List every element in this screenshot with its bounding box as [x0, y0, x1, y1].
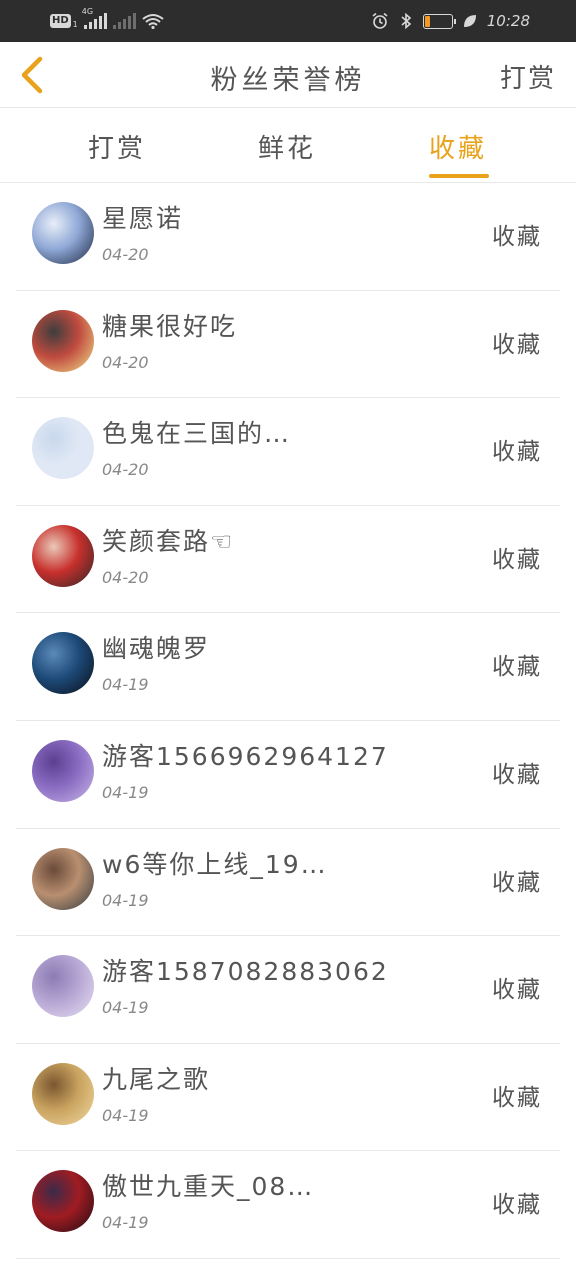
network-label: 4G [81, 7, 94, 16]
user-name: 傲世九重天_08… [102, 1172, 315, 1202]
list-item[interactable]: 傲世九重天_08… 04-19 收藏 [16, 1151, 560, 1259]
user-name: 幽魂魄罗 [102, 634, 211, 664]
fan-list: 星愿诺 04-20 收藏 糖果很好吃 04-20 收藏 色鬼在三国的… 04-20 收藏 笑颜套路… [0, 183, 576, 1259]
item-date: 04-19 [102, 998, 149, 1018]
user-name: 星愿诺 [102, 204, 184, 233]
list-item[interactable]: 色鬼在三国的… 04-20 收藏 [16, 398, 560, 506]
action-label: 收藏 [492, 1084, 542, 1111]
list-item[interactable]: 九尾之歌 04-19 收藏 [16, 1044, 560, 1152]
list-item[interactable]: 糖果很好吃 04-20 收藏 [16, 291, 560, 399]
avatar[interactable] [32, 739, 94, 802]
tab-bar: 打赏 鲜花 收藏 [0, 108, 576, 183]
avatar[interactable] [32, 417, 94, 480]
user-name: 游客1566962964127 [102, 741, 389, 771]
alarm-icon [372, 12, 388, 29]
action-label: 收藏 [492, 1192, 542, 1219]
avatar[interactable] [32, 524, 94, 587]
list-item[interactable]: 游客1566962964127 04-19 收藏 [16, 721, 560, 829]
header-bar: 粉丝荣誉榜 打赏 [0, 42, 576, 108]
action-label: 收藏 [492, 654, 542, 681]
reward-button[interactable]: 打赏 [500, 58, 556, 95]
user-name: 色鬼在三国的… [102, 419, 292, 449]
list-item[interactable]: 游客1587082883062 04-19 收藏 [16, 936, 560, 1044]
avatar[interactable] [32, 847, 94, 910]
battery-icon: 19 [422, 13, 456, 29]
avatar[interactable] [32, 1062, 94, 1125]
list-item[interactable]: 幽魂魄罗 04-19 收藏 [16, 613, 560, 721]
signal-icon: 4G [82, 7, 107, 29]
item-date: 04-19 [102, 890, 149, 910]
action-label: 收藏 [492, 439, 542, 466]
item-date: 04-20 [102, 567, 149, 587]
avatar[interactable] [32, 202, 94, 264]
hd-badge: HD [50, 14, 71, 28]
user-name: 九尾之歌 [102, 1064, 211, 1094]
status-right: 19 10:28 [371, 10, 530, 32]
page-title: 粉丝荣誉榜 [210, 65, 366, 96]
bluetooth-icon [401, 12, 411, 30]
avatar[interactable] [32, 309, 94, 372]
action-label: 收藏 [492, 331, 542, 358]
hd-sub: 1 [72, 19, 78, 29]
item-date: 04-19 [102, 1213, 149, 1233]
signal-secondary-icon [112, 13, 136, 29]
action-label: 收藏 [492, 546, 542, 573]
status-time: 10:28 [486, 12, 530, 30]
action-label: 收藏 [492, 977, 542, 1004]
item-date: 04-20 [102, 352, 149, 372]
list-item[interactable]: 星愿诺 04-20 收藏 [16, 183, 560, 291]
action-label: 收藏 [492, 869, 542, 896]
avatar[interactable] [32, 1170, 94, 1233]
leaf-icon [463, 15, 476, 27]
tab-flowers[interactable]: 鲜花 [258, 128, 316, 165]
status-left: HD 1 4G [50, 7, 164, 32]
status-bar: HD 1 4G 19 10:28 [0, 0, 576, 42]
item-date: 04-19 [102, 1105, 149, 1125]
user-name: 糖果很好吃 [102, 311, 238, 341]
battery-level: 19 [430, 13, 445, 25]
tab-active-indicator [429, 174, 489, 178]
action-label: 收藏 [492, 761, 542, 788]
wifi-icon [142, 14, 164, 29]
user-name: 笑颜套路☜ [102, 526, 235, 556]
list-item[interactable]: w6等你上线_19… 04-19 收藏 [16, 829, 560, 937]
avatar[interactable] [32, 632, 94, 695]
item-date: 04-19 [102, 782, 149, 802]
item-date: 04-19 [102, 675, 149, 695]
tab-reward[interactable]: 打赏 [88, 128, 146, 165]
user-name: 游客1587082883062 [102, 957, 389, 987]
user-name: w6等你上线_19… [102, 849, 328, 879]
tab-favorites[interactable]: 收藏 [429, 128, 487, 165]
avatar[interactable] [32, 955, 94, 1018]
list-item[interactable]: 笑颜套路☜ 04-20 收藏 [16, 506, 560, 614]
item-date: 04-20 [102, 460, 149, 480]
action-label: 收藏 [492, 224, 542, 250]
item-date: 04-20 [102, 245, 149, 264]
